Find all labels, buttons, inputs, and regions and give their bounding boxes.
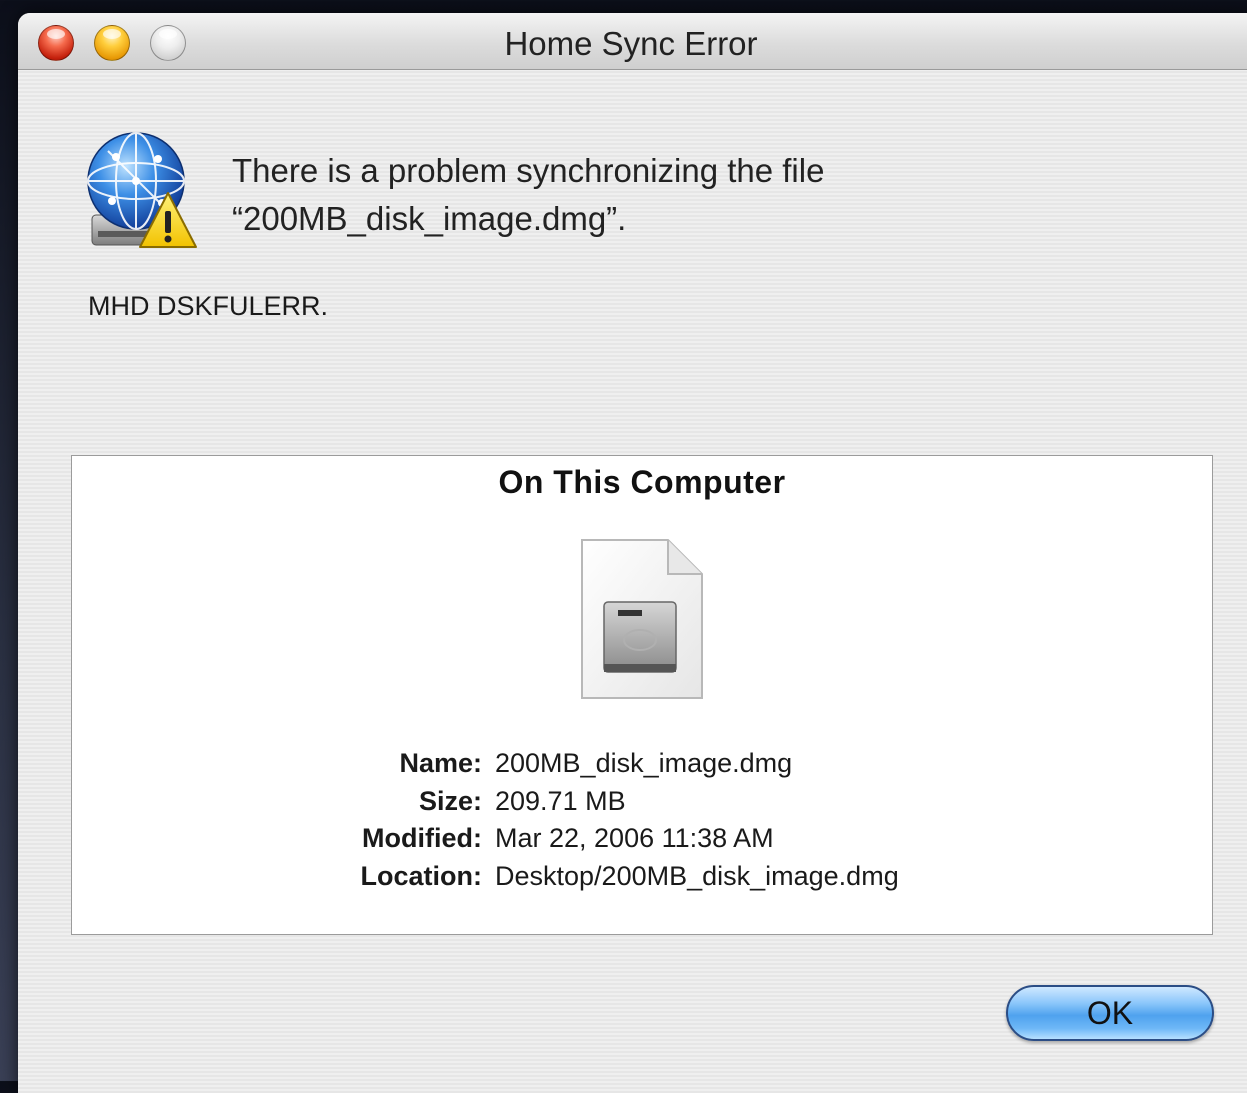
title-bar[interactable]: Home Sync Error xyxy=(18,13,1247,70)
modified-value: Mar 22, 2006 11:38 AM xyxy=(495,823,774,853)
location-value: Desktop/200MB_disk_image.dmg xyxy=(495,860,899,891)
window-title: Home Sync Error xyxy=(504,25,758,62)
location-label: Location: xyxy=(360,860,483,891)
network-disk-warning-icon xyxy=(86,123,198,253)
file-info-panel: On This Computer Name: 200MB_disk_image.… xyxy=(71,455,1213,935)
panel-title: On This Computer xyxy=(498,464,786,500)
disk-image-document-icon xyxy=(578,536,706,706)
alert-message-line2: “200MB_disk_image.dmg”. xyxy=(232,200,627,237)
size-value: 209.71 MB xyxy=(495,785,626,816)
info-row-size: Size: 209.71 MB xyxy=(72,786,1212,824)
sync-error-window: Home Sync Error There is a problem synch… xyxy=(18,13,1247,1093)
alert-message: There is a problem synchronizing the fil… xyxy=(232,147,1182,243)
info-row-name: Name: 200MB_disk_image.dmg xyxy=(72,748,1212,786)
error-code-text: MHD DSKFULERR. xyxy=(88,291,329,321)
file-info-grid: Name: 200MB_disk_image.dmg Size: 209.71 … xyxy=(72,748,1212,898)
ok-button[interactable]: OK xyxy=(1006,985,1214,1041)
name-label: Name: xyxy=(399,748,482,778)
name-value: 200MB_disk_image.dmg xyxy=(495,748,793,778)
modified-label: Modified: xyxy=(362,823,482,853)
size-label: Size: xyxy=(418,785,482,816)
info-row-location: Location: Desktop/200MB_disk_image.dmg xyxy=(72,861,1212,899)
info-row-modified: Modified: Mar 22, 2006 11:38 AM xyxy=(72,823,1212,861)
alert-message-line1: There is a problem synchronizing the fil… xyxy=(232,152,825,189)
